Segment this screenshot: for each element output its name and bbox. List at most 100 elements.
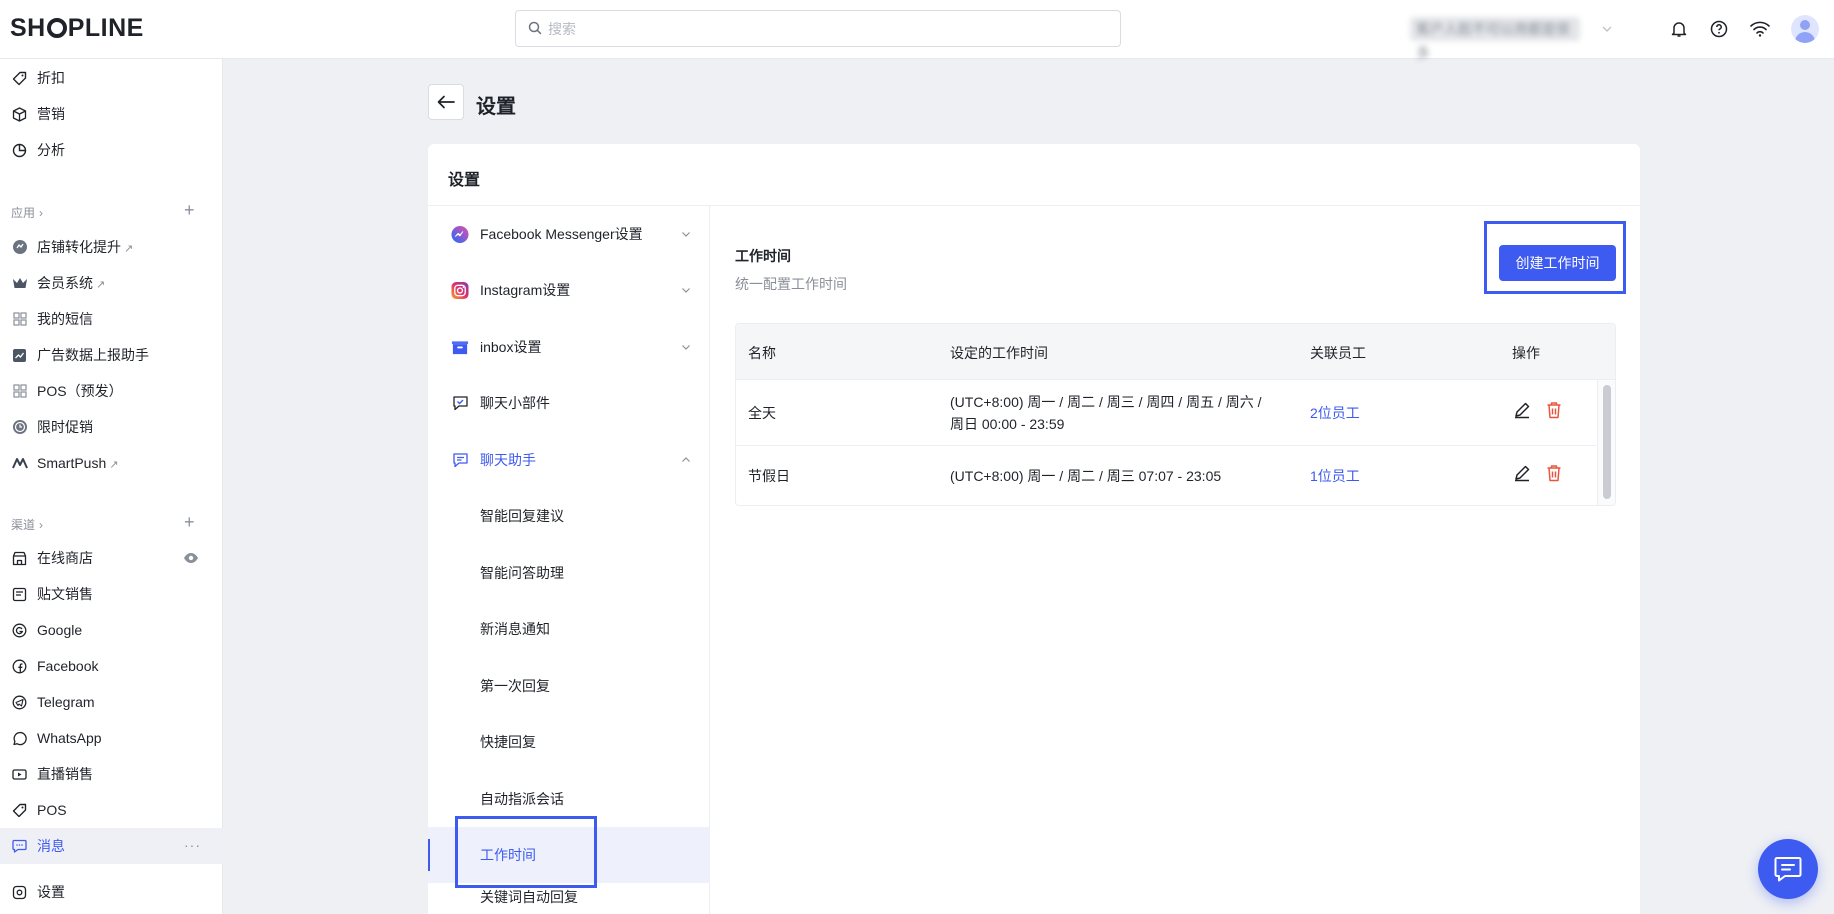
table-row: 全天 (UTC+8:00) 周一 / 周二 / 周三 / 周四 / 周五 / 周… — [736, 380, 1596, 446]
eye-icon[interactable] — [183, 551, 199, 567]
external-link-icon: ↗ — [124, 243, 134, 255]
sidebar-item-label: 我的短信 — [37, 311, 93, 327]
settings-nav-inbox[interactable]: inbox设置 — [428, 319, 710, 375]
sidebar-item-facebook[interactable]: Facebook — [0, 648, 223, 684]
search-input[interactable] — [548, 18, 1108, 40]
settings-nav-chat-widget[interactable]: 聊天小部件 — [428, 375, 710, 431]
tag-icon — [11, 70, 28, 87]
sidebar-item-messages[interactable]: 消息 ··· — [0, 828, 223, 864]
settings-nav-label: 智能问答助理 — [480, 565, 564, 581]
selected-indicator — [428, 839, 430, 871]
settings-nav-label: 自动指派会话 — [480, 791, 564, 807]
scrollbar-thumb[interactable] — [1603, 385, 1611, 499]
page-title: 设置 — [476, 96, 516, 118]
staff-link[interactable]: 1位员工 — [1310, 465, 1360, 487]
store-switcher[interactable]: 客户人脸不可以用都是很多 — [1410, 17, 1580, 61]
settings-nav-smart-qa[interactable]: 智能问答助理 — [428, 545, 710, 601]
create-work-hours-button[interactable]: 创建工作时间 — [1499, 245, 1616, 281]
sidebar-item-google[interactable]: Google — [0, 612, 223, 648]
telegram-icon — [11, 694, 28, 711]
sidebar-item-online-store[interactable]: 在线商店 — [0, 540, 223, 576]
sidebar-item-ad-report[interactable]: 广告数据上报助手 — [0, 337, 223, 373]
work-hours-table: 名称 设定的工作时间 关联员工 操作 全天 (UTC+8:00) 周一 / 周二… — [735, 323, 1616, 506]
back-button[interactable] — [428, 84, 464, 120]
settings-nav-auto-assign[interactable]: 自动指派会话 — [428, 771, 710, 827]
edit-icon[interactable] — [1512, 463, 1532, 483]
sidebar-item-analytics[interactable]: 分析 — [0, 132, 223, 168]
apps-section-header[interactable]: 应用 › — [11, 204, 43, 221]
sidebar-item-post-sales[interactable]: 贴文销售 — [0, 576, 223, 612]
table-scrollbar[interactable] — [1597, 380, 1615, 505]
staff-link[interactable]: 2位员工 — [1310, 402, 1360, 424]
settings-nav-first-reply[interactable]: 第一次回复 — [428, 658, 710, 714]
sidebar-item-label: POS（预发） — [37, 383, 123, 399]
settings-nav-chat-assistant[interactable]: 聊天助手 — [428, 432, 710, 488]
settings-nav-label: 聊天助手 — [480, 452, 536, 468]
settings-nav-instagram[interactable]: Instagram设置 — [428, 262, 710, 318]
settings-card: 设置 Facebook Messenger设置 Instagram设置 inbo… — [428, 144, 1640, 914]
delete-icon[interactable] — [1544, 463, 1564, 483]
chart-icon — [11, 347, 28, 364]
external-link-icon: ↗ — [96, 279, 106, 291]
work-hours-title: 工作时间 — [735, 248, 791, 264]
row-time: (UTC+8:00) 周一 / 周二 / 周三 / 周四 / 周五 / 周六 /… — [950, 394, 1262, 432]
top-bar: SHPLINE 客户人脸不可以用都是很多 — [0, 0, 1834, 61]
sidebar-item-label: 限时促销 — [37, 419, 93, 435]
settings-nav-label: 第一次回复 — [480, 678, 550, 694]
help-icon[interactable] — [1707, 17, 1731, 41]
settings-nav-messenger[interactable]: Facebook Messenger设置 — [428, 206, 710, 262]
settings-nav-quick-reply[interactable]: 快捷回复 — [428, 714, 710, 770]
sidebar-item-telegram[interactable]: Telegram — [0, 684, 223, 720]
settings-nav: Facebook Messenger设置 Instagram设置 inbox设置… — [428, 206, 710, 914]
sidebar-item-whatsapp[interactable]: WhatsApp — [0, 720, 223, 756]
edit-icon[interactable] — [1512, 400, 1532, 420]
widget-icon — [451, 394, 469, 412]
chevron-down-icon — [681, 226, 691, 242]
pos-icon — [11, 802, 28, 819]
settings-nav-new-message-notify[interactable]: 新消息通知 — [428, 601, 710, 657]
more-icon[interactable]: ··· — [184, 837, 201, 853]
conversion-icon — [11, 239, 28, 256]
sidebar-item-smartpush[interactable]: SmartPush ↗ — [0, 445, 223, 481]
add-app-icon[interactable]: + — [184, 201, 195, 219]
chevron-right-icon: › — [39, 205, 44, 220]
sidebar-item-discount[interactable]: 折扣 — [0, 60, 223, 96]
sidebar-item-conversion[interactable]: 店铺转化提升 ↗ — [0, 229, 223, 265]
smartpush-icon — [11, 455, 28, 472]
sidebar-item-label: 营销 — [37, 106, 65, 122]
settings-nav-smart-reply[interactable]: 智能回复建议 — [428, 488, 710, 544]
work-hours-description: 统一配置工作时间 — [735, 276, 847, 292]
settings-nav-label: 快捷回复 — [480, 734, 536, 750]
sidebar-item-marketing[interactable]: 营销 — [0, 96, 223, 132]
assistant-icon — [451, 451, 469, 469]
channels-header-label: 渠道 — [11, 518, 36, 532]
grid-icon — [11, 383, 28, 400]
sidebar-item-label: 分析 — [37, 142, 65, 158]
chevron-down-icon[interactable] — [1595, 17, 1619, 41]
settings-nav-work-hours[interactable]: 工作时间 — [428, 827, 710, 883]
sidebar-item-pos-beta[interactable]: POS（预发） — [0, 373, 223, 409]
sidebar-item-label: POS — [37, 802, 67, 818]
sidebar-item-settings[interactable]: 设置 — [0, 874, 223, 910]
whatsapp-icon — [11, 730, 28, 747]
chat-support-button[interactable] — [1758, 839, 1818, 899]
sidebar-item-label: Facebook — [37, 658, 99, 674]
settings-nav-keyword-reply[interactable]: 关键词自动回复 — [428, 883, 710, 914]
sidebar-item-sms[interactable]: 我的短信 — [0, 301, 223, 337]
delete-icon[interactable] — [1544, 400, 1564, 420]
sidebar-item-label: WhatsApp — [37, 730, 102, 746]
pie-chart-icon — [11, 142, 28, 159]
shopline-logo[interactable]: SH PLINE — [10, 14, 144, 43]
sidebar-item-membership[interactable]: 会员系统 ↗ — [0, 265, 223, 301]
add-channel-icon[interactable]: + — [184, 513, 195, 531]
user-avatar[interactable] — [1791, 15, 1819, 43]
sidebar-item-flash-sale[interactable]: 限时促销 — [0, 409, 223, 445]
column-header: 设定的工作时间 — [950, 345, 1048, 361]
channels-section-header[interactable]: 渠道 › — [11, 516, 43, 533]
search-box[interactable] — [515, 10, 1121, 47]
bell-icon[interactable] — [1667, 17, 1691, 41]
sidebar-item-live-sales[interactable]: 直播销售 — [0, 756, 223, 792]
post-icon — [11, 586, 28, 603]
sidebar-item-pos[interactable]: POS — [0, 792, 223, 828]
wifi-icon[interactable] — [1748, 17, 1772, 41]
